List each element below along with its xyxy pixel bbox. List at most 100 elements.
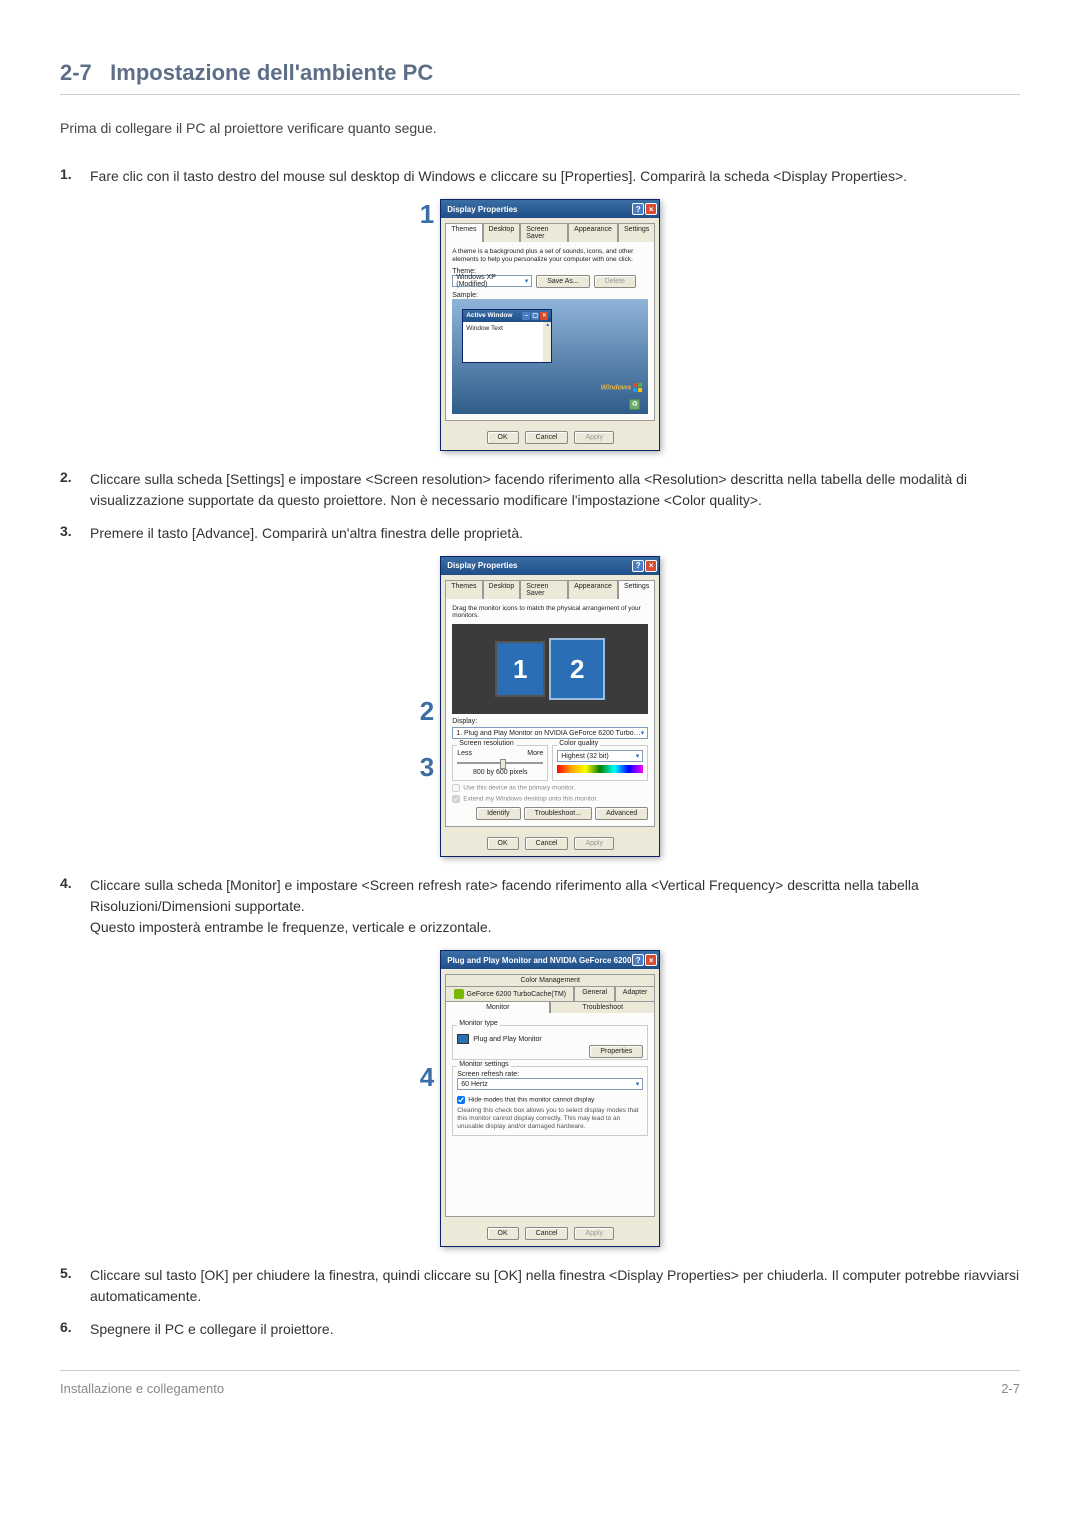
callout-marker-3: 3 (420, 752, 434, 783)
ok-button[interactable]: OK (487, 837, 519, 850)
refresh-rate-select[interactable]: 60 Hertz ▾ (457, 1078, 643, 1090)
close-icon[interactable]: × (645, 954, 657, 966)
tab-adapter[interactable]: Adapter (615, 986, 655, 1001)
preview-active-window: Active Window – ▢ × Window Text (462, 309, 552, 363)
page-footer: Installazione e collegamento 2-7 (60, 1370, 1020, 1396)
tab-settings[interactable]: Settings (618, 223, 655, 242)
extend-desktop-label: Extend my Windows desktop onto this moni… (463, 796, 598, 803)
tab-themes[interactable]: Themes (445, 223, 482, 242)
monitor-2[interactable]: 2 (549, 638, 605, 700)
hide-modes-checkbox[interactable] (457, 1096, 465, 1104)
theme-preview: Active Window – ▢ × Window Text Windows … (452, 299, 648, 414)
close-icon[interactable]: × (645, 203, 657, 215)
help-icon[interactable]: ? (632, 203, 644, 215)
display-label: Display: (452, 718, 648, 725)
tab-appearance[interactable]: Appearance (568, 580, 618, 599)
tab-strip: Color Management GeForce 6200 TurboCache… (441, 969, 659, 1012)
monitor-1[interactable]: 1 (495, 641, 545, 697)
monitor-settings-label: Monitor settings (457, 1061, 510, 1068)
tab-monitor[interactable]: Monitor (445, 1001, 550, 1013)
step-number: 6. (60, 1319, 90, 1340)
titlebar: Display Properties ? × (441, 557, 659, 575)
theme-select[interactable]: Windows XP (Modified) ▾ (452, 275, 532, 287)
tab-geforce[interactable]: GeForce 6200 TurboCache(TM) (445, 986, 574, 1001)
slider-thumb[interactable] (500, 759, 506, 769)
step-number: 5. (60, 1265, 90, 1307)
tab-strip: Themes Desktop Screen Saver Appearance S… (441, 575, 659, 598)
cancel-button[interactable]: Cancel (525, 431, 569, 444)
tab-general[interactable]: General (574, 986, 614, 1001)
step-2: Cliccare sulla scheda [Settings] e impos… (90, 469, 1020, 511)
step-number: 3. (60, 523, 90, 544)
monitor-type-value: Plug and Play Monitor (473, 1036, 541, 1043)
refresh-rate-label: Screen refresh rate: (457, 1071, 643, 1078)
sample-label: Sample: (452, 292, 648, 299)
cancel-button[interactable]: Cancel (525, 1227, 569, 1240)
refresh-rate-value: 60 Hertz (461, 1081, 487, 1088)
slider-more: More (527, 750, 543, 757)
tab-themes[interactable]: Themes (445, 580, 482, 599)
footer-left: Installazione e collegamento (60, 1381, 224, 1396)
advanced-button[interactable]: Advanced (595, 807, 648, 820)
preview-window-title: Active Window (466, 312, 512, 319)
section-name: Impostazione dell'ambiente PC (110, 60, 433, 85)
recycle-bin-icon: ♻ (629, 399, 640, 410)
windows-logo: Windows (601, 383, 643, 392)
chevron-down-icon: ▾ (636, 1080, 640, 1088)
step-1: Fare clic con il tasto destro del mouse … (90, 166, 1020, 187)
step-number: 2. (60, 469, 90, 511)
delete-button[interactable]: Delete (594, 275, 636, 288)
close-icon: × (540, 312, 548, 320)
ok-button[interactable]: OK (487, 1227, 519, 1240)
identify-button[interactable]: Identify (476, 807, 521, 820)
callout-marker-4: 4 (420, 1062, 434, 1093)
close-icon[interactable]: × (645, 560, 657, 572)
monitor-icon (457, 1034, 469, 1044)
callout-marker-2: 2 (420, 696, 434, 727)
tab-settings[interactable]: Settings (618, 580, 655, 599)
callout-marker-1: 1 (420, 199, 434, 230)
step-number: 1. (60, 166, 90, 187)
help-icon[interactable]: ? (632, 560, 644, 572)
tab-strip: Themes Desktop Screen Saver Appearance S… (441, 218, 659, 241)
tab-screensaver[interactable]: Screen Saver (520, 223, 568, 242)
tab-desktop[interactable]: Desktop (483, 223, 521, 242)
hide-modes-label: Hide modes that this monitor cannot disp… (468, 1097, 594, 1104)
step-5: Cliccare sul tasto [OK] per chiudere la … (90, 1265, 1020, 1307)
troubleshoot-button[interactable]: Troubleshoot... (524, 807, 592, 820)
tab-screensaver[interactable]: Screen Saver (520, 580, 568, 599)
apply-button[interactable]: Apply (574, 837, 614, 850)
help-icon[interactable]: ? (632, 954, 644, 966)
resolution-slider[interactable] (457, 762, 543, 764)
preview-window-text: Window Text (463, 322, 551, 362)
tab-color-management[interactable]: Color Management (445, 974, 655, 986)
monitor-arrangement[interactable]: 1 2 (452, 624, 648, 714)
save-as-button[interactable]: Save As... (536, 275, 590, 288)
primary-monitor-checkbox (452, 784, 460, 792)
step-6: Spegnere il PC e collegare il proiettore… (90, 1319, 1020, 1340)
maximize-icon: ▢ (531, 312, 539, 320)
cancel-button[interactable]: Cancel (525, 837, 569, 850)
intro-text: Prima di collegare il PC al proiettore v… (60, 120, 1020, 136)
display-select[interactable]: 1. Plug and Play Monitor on NVIDIA GeFor… (452, 727, 648, 739)
chevron-down-icon: ▾ (525, 277, 529, 285)
apply-button[interactable]: Apply (574, 431, 614, 444)
theme-description: A theme is a background plus a set of so… (452, 248, 648, 264)
slider-less: Less (457, 750, 472, 757)
color-quality-select[interactable]: Highest (32 bit) ▾ (557, 750, 643, 762)
display-value: 1. Plug and Play Monitor on NVIDIA GeFor… (456, 730, 640, 737)
primary-monitor-label: Use this device as the primary monitor. (463, 785, 575, 792)
tab-desktop[interactable]: Desktop (483, 580, 521, 599)
properties-button[interactable]: Properties (589, 1045, 643, 1058)
dialog-title: Display Properties (447, 205, 517, 214)
section-num: 2-7 (60, 60, 92, 85)
apply-button[interactable]: Apply (574, 1227, 614, 1240)
tab-troubleshoot[interactable]: Troubleshoot (550, 1001, 655, 1013)
extend-desktop-checkbox (452, 795, 460, 803)
ok-button[interactable]: OK (487, 431, 519, 444)
hide-modes-note: Clearing this check box allows you to se… (457, 1107, 643, 1130)
monitor-type-label: Monitor type (457, 1020, 500, 1027)
tab-appearance[interactable]: Appearance (568, 223, 618, 242)
dialog-title: Display Properties (447, 561, 517, 570)
chevron-down-icon: ▾ (636, 752, 640, 760)
